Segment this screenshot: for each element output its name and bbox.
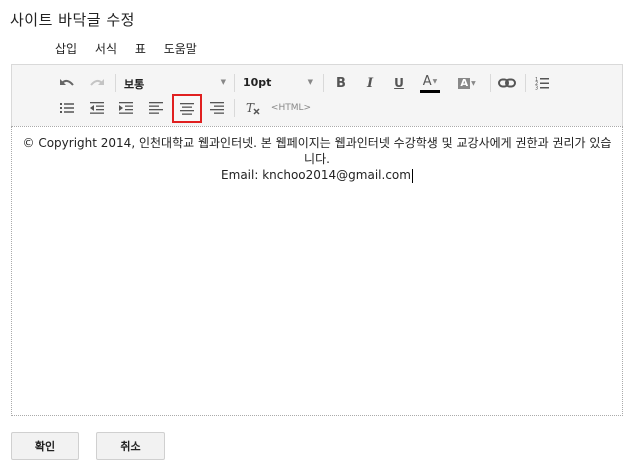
outdent-icon bbox=[90, 102, 104, 114]
menu-bar: 삽입 서식 표 도움말 bbox=[55, 40, 211, 57]
font-color-glyph: A bbox=[422, 73, 432, 89]
dialog-title: 사이트 바닥글 수정 bbox=[10, 11, 135, 29]
font-size-value: 10pt bbox=[243, 76, 272, 89]
align-left-icon bbox=[149, 102, 163, 114]
chevron-down-icon: ▼ bbox=[432, 77, 438, 85]
toolbar-separator bbox=[490, 74, 491, 92]
bold-button[interactable]: B bbox=[330, 72, 352, 94]
toolbar-separator bbox=[234, 74, 235, 92]
footer-text-editor[interactable]: © Copyright 2014, 인천대학교 웹과인터넷. 본 웹페이지는 웹… bbox=[11, 126, 623, 416]
numbered-list-button[interactable]: 123 bbox=[531, 72, 553, 94]
svg-text:T: T bbox=[246, 101, 255, 115]
insert-link-button[interactable] bbox=[496, 72, 518, 94]
bulleted-list-icon bbox=[60, 103, 74, 113]
link-icon bbox=[498, 78, 516, 88]
editor-copyright-text: © Copyright 2014, 인천대학교 웹과인터넷. 본 웹페이지는 웹… bbox=[22, 136, 612, 166]
numbered-list-icon: 123 bbox=[535, 77, 549, 91]
italic-icon: I bbox=[366, 75, 374, 91]
font-color-swatch bbox=[420, 89, 440, 93]
chevron-down-icon: ▼ bbox=[471, 79, 476, 87]
font-size-select[interactable]: 10pt ▼ bbox=[241, 73, 313, 93]
paragraph-style-select[interactable]: 보통 ▼ bbox=[122, 73, 226, 93]
editor-email-line: Email: knchoo2014@gmail.com bbox=[22, 167, 612, 183]
indent-icon bbox=[119, 102, 133, 114]
menu-format[interactable]: 서식 bbox=[95, 42, 117, 56]
align-right-button[interactable] bbox=[206, 97, 228, 119]
toolbar-separator bbox=[525, 74, 526, 92]
highlight-color-icon: A bbox=[458, 77, 471, 89]
underline-button[interactable]: U bbox=[388, 72, 410, 94]
paragraph-style-value: 보통 bbox=[124, 78, 145, 91]
menu-table[interactable]: 표 bbox=[135, 42, 146, 56]
toolbar-separator bbox=[234, 99, 235, 117]
font-color-button[interactable]: A ▼ bbox=[416, 71, 444, 95]
italic-button[interactable]: I bbox=[359, 72, 381, 94]
ok-button[interactable]: 확인 bbox=[11, 432, 79, 460]
menu-help[interactable]: 도움말 bbox=[164, 42, 197, 56]
cancel-button[interactable]: 취소 bbox=[96, 432, 165, 460]
editor-email-text: Email: knchoo2014@gmail.com bbox=[221, 168, 411, 182]
align-center-icon bbox=[180, 102, 194, 115]
font-color-icon: A ▼ bbox=[423, 74, 438, 89]
clear-formatting-icon: T bbox=[246, 101, 260, 115]
text-caret bbox=[411, 168, 413, 183]
html-source-label: <HTML> bbox=[270, 103, 312, 113]
chevron-down-icon: ▼ bbox=[307, 78, 313, 86]
bulleted-list-button[interactable] bbox=[56, 97, 78, 119]
chevron-down-icon: ▼ bbox=[220, 78, 226, 86]
redo-button[interactable] bbox=[86, 72, 108, 94]
align-center-button[interactable] bbox=[172, 94, 202, 123]
bold-icon: B bbox=[336, 75, 346, 91]
highlight-color-button[interactable]: A ▼ bbox=[453, 72, 481, 94]
toolbar-separator bbox=[115, 74, 116, 92]
outdent-button[interactable] bbox=[86, 97, 108, 119]
align-left-button[interactable] bbox=[145, 97, 167, 119]
menu-insert[interactable]: 삽입 bbox=[55, 42, 77, 56]
undo-button[interactable] bbox=[56, 72, 78, 94]
clear-formatting-button[interactable]: T bbox=[242, 97, 264, 119]
svg-text:3: 3 bbox=[535, 86, 538, 91]
toolbar-separator bbox=[323, 74, 324, 92]
align-right-icon bbox=[210, 102, 224, 114]
indent-button[interactable] bbox=[115, 97, 137, 119]
underline-icon: U bbox=[394, 76, 404, 90]
undo-icon bbox=[60, 79, 74, 86]
redo-icon bbox=[90, 79, 104, 86]
html-source-button[interactable]: <HTML> bbox=[270, 97, 312, 119]
editor-toolbar: 보통 ▼ 10pt ▼ B I U A ▼ A ▼ 123 T <HTML> bbox=[11, 64, 623, 126]
